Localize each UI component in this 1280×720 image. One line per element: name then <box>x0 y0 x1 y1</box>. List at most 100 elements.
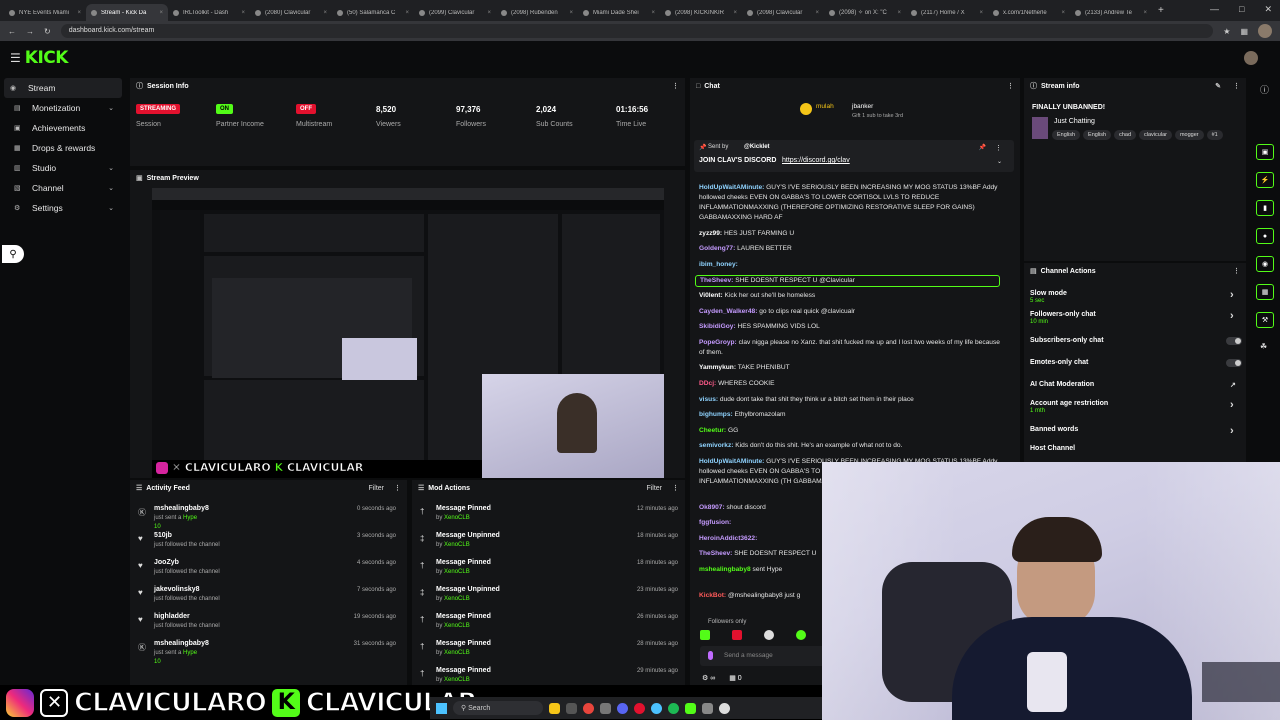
stream-tag[interactable]: English <box>1083 130 1112 140</box>
more-options-icon[interactable]: ⋮ <box>394 484 401 492</box>
chat-username[interactable]: Yammykun: <box>699 364 736 371</box>
moderator-name[interactable]: XenoCLB <box>444 569 470 575</box>
moderator-name[interactable]: XenoCLB <box>444 515 470 521</box>
gift-sub-text[interactable]: Gift 1 sub to take 3rd <box>852 113 903 119</box>
sidebar-item-drops-rewards[interactable]: ▦ Drops & rewards <box>4 138 122 158</box>
chat-message[interactable]: Vi0lent: Kick her out she'll be homeless <box>699 291 1004 301</box>
chat-username[interactable]: TheSheev: <box>699 550 732 557</box>
channel-action-emotes-only-chat[interactable]: Emotes-only chat <box>1030 359 1242 367</box>
chat-username[interactable]: mshealingbaby8 <box>699 566 751 573</box>
chat-username[interactable]: PopeGroyp: <box>699 339 737 346</box>
browser-tab[interactable]: Miami Dade Shei × <box>578 4 660 21</box>
browser-tab[interactable]: (2098) ✧ on X: "C × <box>824 4 906 21</box>
chat-username[interactable]: DDcj: <box>699 380 716 387</box>
tab-close-icon[interactable]: × <box>405 10 409 16</box>
chat-username[interactable]: semivorkz: <box>699 442 733 449</box>
activity-username[interactable]: mshealingbaby8 <box>154 640 209 647</box>
chat-settings-icon[interactable]: ⚙ ∞ <box>702 674 715 682</box>
toggle-switch[interactable] <box>1226 337 1242 345</box>
chat-username[interactable]: ibim_honey: <box>699 261 738 268</box>
emote-icon[interactable] <box>700 630 710 640</box>
edit-icon[interactable]: ✎ <box>1215 82 1221 90</box>
browser-tab[interactable]: Stream - Kick Da × <box>86 4 168 21</box>
moderator-name[interactable]: XenoCLB <box>444 677 470 683</box>
hamburger-menu-icon[interactable]: ☰ <box>10 51 21 65</box>
wrench-icon[interactable]: ⚒ <box>1256 312 1274 328</box>
bookmark-star-icon[interactable]: ★ <box>1223 27 1230 36</box>
chat-message[interactable]: HoldUpWaitAMinute: GUY'S I'VE SERIOUSLY … <box>699 183 1004 223</box>
tab-close-icon[interactable]: × <box>159 10 163 16</box>
chat-username[interactable]: HoldUpWaitAMinute: <box>699 458 764 465</box>
more-options-icon[interactable]: ⋮ <box>672 82 679 90</box>
quick-action-icon[interactable]: ▣ <box>1256 144 1274 160</box>
close-icon[interactable]: ✕ <box>1264 4 1272 15</box>
more-options-icon[interactable]: ⋮ <box>1233 82 1240 90</box>
sidebar-item-studio[interactable]: ▥ Studio ⌄ <box>4 158 122 178</box>
chat-message[interactable]: visus: dude dont take that shit they thi… <box>699 395 1004 405</box>
unpin-icon[interactable]: 📌 <box>979 144 986 151</box>
moderator-name[interactable]: XenoCLB <box>444 623 470 629</box>
reload-icon[interactable]: ↻ <box>44 27 51 36</box>
tab-close-icon[interactable]: × <box>897 10 901 16</box>
chat-message[interactable]: semivorkz: Kids don't do this shit. He's… <box>699 441 1004 451</box>
tab-close-icon[interactable]: × <box>733 10 737 16</box>
tab-close-icon[interactable]: × <box>487 10 491 16</box>
pinned-message[interactable]: 📌 Sent by @Kicklet JOIN CLAV'S DISCORD h… <box>694 140 1014 172</box>
browser-tab[interactable]: (2117) Home / X × <box>906 4 988 21</box>
more-options-icon[interactable]: ⋮ <box>1007 82 1014 90</box>
clip-icon[interactable]: ▮ <box>1256 200 1274 216</box>
windows-start-icon[interactable] <box>436 702 447 714</box>
filter-button[interactable]: Filter <box>368 485 384 492</box>
browser-tab[interactable]: x.com/1Netherle × <box>988 4 1070 21</box>
tab-close-icon[interactable]: × <box>77 10 81 16</box>
mic-icon[interactable] <box>708 651 713 660</box>
browser-tab[interactable]: (2080) Clavicular × <box>250 4 332 21</box>
toggle-switch[interactable] <box>1226 359 1242 367</box>
chat-username[interactable]: TheSheev: <box>700 277 733 284</box>
chevron-right-icon[interactable]: › <box>1230 425 1234 437</box>
chat-username[interactable]: Ok8907: <box>699 504 725 511</box>
app-icon[interactable] <box>634 702 645 714</box>
moderator-name[interactable]: XenoCLB <box>444 542 470 548</box>
add-icon[interactable]: ☘ <box>1260 342 1267 351</box>
forward-icon[interactable]: → <box>26 27 34 36</box>
chevron-right-icon[interactable]: › <box>1230 399 1234 411</box>
sidebar-item-settings[interactable]: ⚙ Settings ⌄ <box>4 198 122 218</box>
minimize-icon[interactable]: — <box>1210 4 1219 15</box>
channel-action-slow-mode[interactable]: Slow mode 5 sec › <box>1030 289 1234 304</box>
app-icon[interactable] <box>685 702 696 714</box>
activity-username[interactable]: highladder <box>154 613 190 620</box>
chat-message[interactable]: zyzz99: HES JUST FARMING U <box>699 229 1004 239</box>
app-icon[interactable] <box>566 702 577 714</box>
more-options-icon[interactable]: ⋮ <box>672 484 679 492</box>
user-avatar[interactable] <box>1244 51 1258 65</box>
gift-leaderboard[interactable]: mulah jbanker Gift 1 sub to take 3rd <box>800 100 920 122</box>
chat-username[interactable]: bighumps: <box>699 411 733 418</box>
channel-action-host-channel[interactable]: Host Channel <box>1030 445 1075 452</box>
activity-username[interactable]: 510jb <box>154 532 172 539</box>
browser-tab[interactable]: (2133) Andrew Te × <box>1070 4 1152 21</box>
pinned-link[interactable]: https://discord.gg/clav <box>782 157 850 164</box>
filter-button[interactable]: Filter <box>646 485 662 492</box>
emote-icon[interactable] <box>764 630 774 640</box>
app-icon[interactable] <box>651 702 662 714</box>
emote-icon[interactable] <box>796 630 806 640</box>
lightning-icon[interactable]: ⚡ <box>1256 172 1274 188</box>
browser-tab[interactable]: (2098) KICKINKIR × <box>660 4 742 21</box>
tab-close-icon[interactable]: × <box>651 10 655 16</box>
chat-username[interactable]: zyzz99: <box>699 230 722 237</box>
browser-tab[interactable]: (2098) Clavicular × <box>742 4 824 21</box>
sidebar-item-stream[interactable]: ◉ Stream <box>4 78 122 98</box>
chat-username[interactable]: visus: <box>699 396 718 403</box>
tab-close-icon[interactable]: × <box>1061 10 1065 16</box>
chat-message[interactable]: Goldeng77: LAUREN BETTER <box>699 244 1004 254</box>
moderator-name[interactable]: XenoCLB <box>444 650 470 656</box>
app-icon[interactable] <box>702 702 713 714</box>
back-icon[interactable]: ← <box>8 27 16 36</box>
taskbar-search[interactable]: ⚲ Search <box>453 701 543 715</box>
activity-username[interactable]: JooZyb <box>154 559 179 566</box>
chat-username[interactable]: HoldUpWaitAMinute: <box>699 184 764 191</box>
chat-message[interactable]: Yammykun: TAKE PHENIBUT <box>699 363 1004 373</box>
chat-input[interactable]: Send a message <box>700 646 830 666</box>
chat-username[interactable]: Cheetur: <box>699 427 726 434</box>
